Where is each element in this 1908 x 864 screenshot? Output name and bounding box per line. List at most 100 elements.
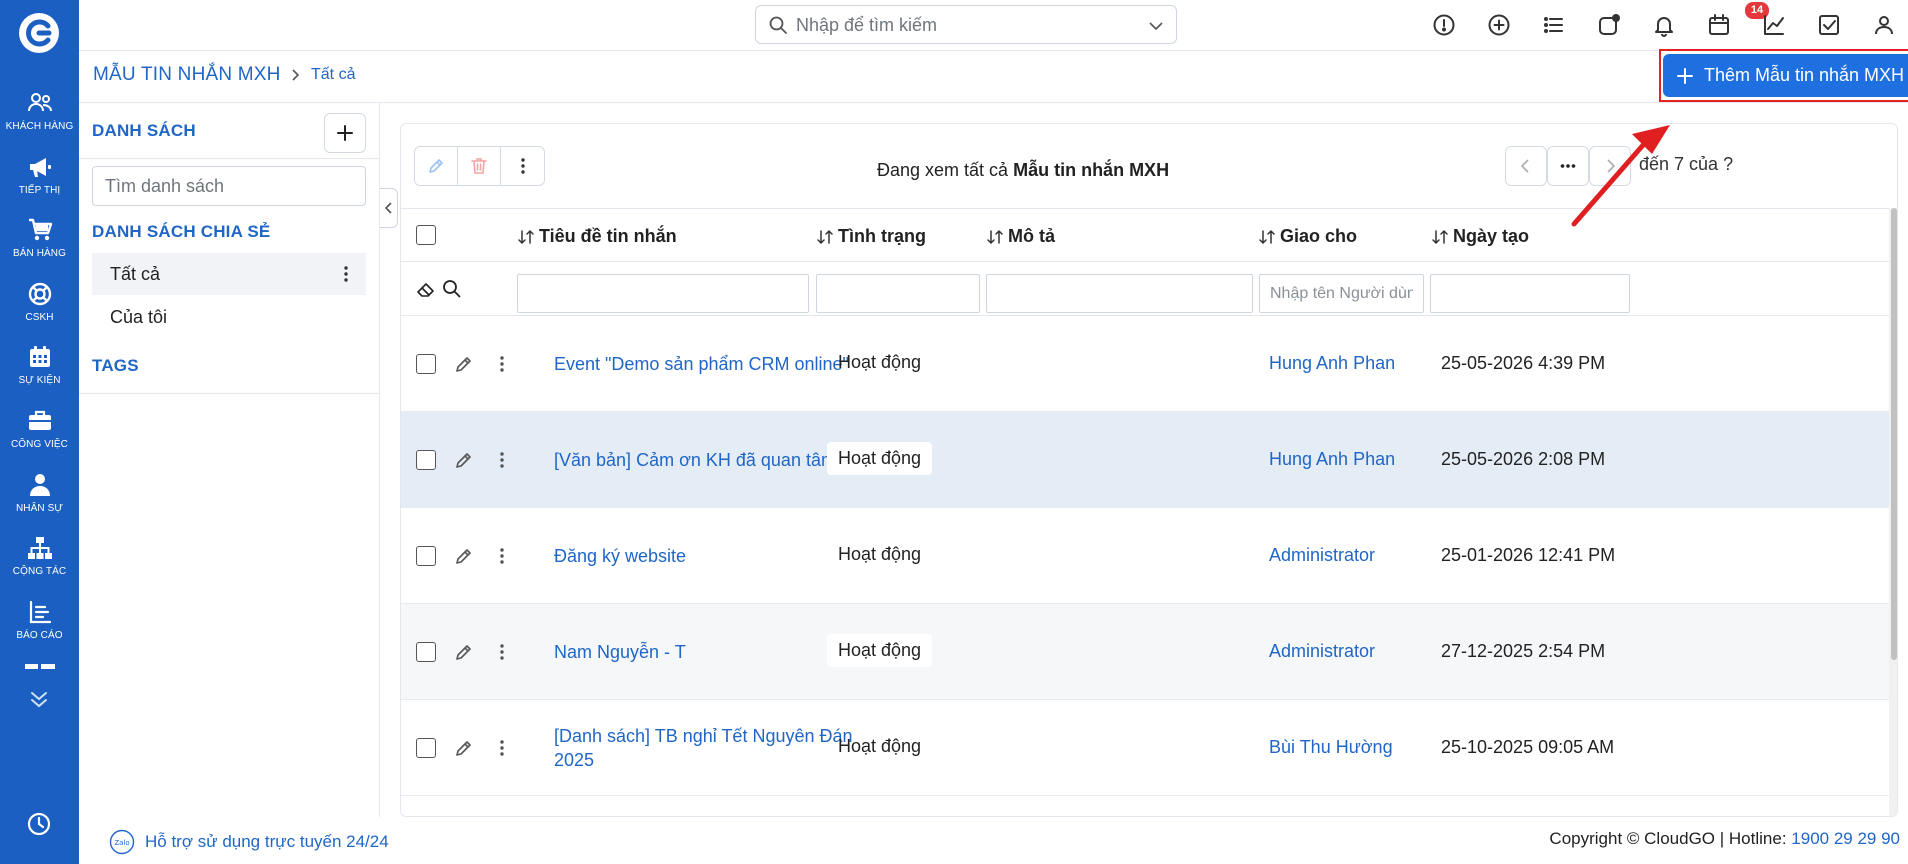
module-header: MẪU TIN NHẮN MXH Tất cả Thêm Mẫu tin nhắ… bbox=[79, 49, 1908, 103]
row-checkbox[interactable] bbox=[416, 642, 436, 662]
breadcrumb-module-title[interactable]: MẪU TIN NHẮN MXH bbox=[93, 64, 281, 86]
table-row[interactable]: [Văn bản] Cảm ơn KH đã quan tâm OA Hoạt đ… bbox=[401, 412, 1897, 508]
row-checkbox[interactable] bbox=[416, 354, 436, 374]
hotline-number[interactable]: 1900 29 29 90 bbox=[1791, 829, 1900, 848]
nav-item-8[interactable]: Báo cáo bbox=[0, 598, 79, 658]
calendar-icon[interactable] bbox=[1706, 12, 1732, 38]
row-title-link[interactable]: Đăng ký website bbox=[554, 544, 874, 568]
pencil-icon[interactable] bbox=[453, 641, 475, 663]
checkbox-square-icon[interactable] bbox=[1816, 12, 1842, 38]
pencil-icon[interactable] bbox=[453, 353, 475, 375]
column-title[interactable]: Tiêu đề tin nhắn bbox=[517, 226, 677, 247]
column-assignee[interactable]: Giao cho bbox=[1258, 226, 1357, 247]
kebab-menu-icon[interactable] bbox=[336, 264, 356, 284]
row-checkbox[interactable] bbox=[416, 738, 436, 758]
table-row[interactable]: Event "Demo sản phẩm CRM online" Hoạt độn… bbox=[401, 316, 1897, 412]
row-created-date: 27-12-2025 2:54 PM bbox=[1441, 641, 1606, 661]
person-icon bbox=[26, 471, 54, 503]
kebab-menu-icon[interactable] bbox=[492, 737, 512, 759]
bulk-delete-button[interactable] bbox=[458, 147, 501, 185]
chevron-down-icon[interactable] bbox=[1148, 18, 1164, 34]
zalo-icon[interactable]: Zalo bbox=[109, 829, 135, 855]
pencil-icon[interactable] bbox=[453, 545, 475, 567]
clock-icon[interactable] bbox=[26, 811, 52, 837]
eraser-icon[interactable] bbox=[415, 278, 437, 300]
search-icon bbox=[769, 16, 787, 34]
prev-page-button[interactable] bbox=[1505, 146, 1547, 186]
page-more-button[interactable] bbox=[1547, 146, 1589, 186]
list-item-mine[interactable]: Của tôi bbox=[92, 296, 366, 338]
row-checkbox[interactable] bbox=[416, 450, 436, 470]
global-search-input[interactable] bbox=[796, 10, 1126, 40]
filter-created-input[interactable] bbox=[1430, 274, 1630, 313]
double-chevron-down-icon[interactable] bbox=[26, 686, 52, 712]
row-assignee-link[interactable]: Administrator bbox=[1269, 641, 1375, 662]
select-all-checkbox[interactable] bbox=[416, 225, 436, 245]
list-icon[interactable] bbox=[1541, 12, 1567, 38]
list-item-label: Tất cả bbox=[110, 263, 161, 284]
list-item-all[interactable]: Tất cả bbox=[92, 253, 366, 295]
line-chart-icon[interactable] bbox=[1761, 12, 1787, 38]
kebab-menu-icon[interactable] bbox=[492, 449, 512, 471]
pencil-icon[interactable] bbox=[453, 449, 475, 471]
user-profile-icon[interactable] bbox=[1871, 12, 1897, 38]
row-title-link[interactable]: [Danh sách] TB nghỉ Tết Nguyên Đán 2025 bbox=[554, 724, 874, 772]
global-search[interactable] bbox=[755, 5, 1177, 44]
viewing-module: Mẫu tin nhắn MXH bbox=[1013, 160, 1170, 180]
kebab-menu-icon[interactable] bbox=[492, 545, 512, 567]
filter-title-input[interactable] bbox=[517, 274, 809, 313]
scrollbar-thumb[interactable] bbox=[1891, 208, 1897, 660]
table-row[interactable]: Nam Nguyễn - T Hoạt động Administrator 27-1… bbox=[401, 604, 1897, 700]
nav-item-0[interactable]: Khách hàng bbox=[0, 89, 79, 149]
row-title-link[interactable]: [Văn bản] Cảm ơn KH đã quan tâm OA bbox=[554, 448, 874, 472]
next-page-button[interactable] bbox=[1589, 146, 1631, 186]
sort-icon bbox=[518, 229, 534, 244]
filter-description-input[interactable] bbox=[986, 274, 1253, 313]
notification-square-icon[interactable] bbox=[1596, 12, 1622, 38]
kebab-menu-icon[interactable] bbox=[492, 641, 512, 663]
search-icon[interactable] bbox=[441, 278, 463, 300]
filter-status-input[interactable] bbox=[816, 274, 980, 313]
filter-assignee-input[interactable] bbox=[1259, 274, 1424, 313]
nav-item-3[interactable]: CSKH bbox=[0, 280, 79, 340]
support-link[interactable]: Hỗ trợ sử dụng trực tuyến 24/24 bbox=[145, 832, 389, 852]
column-created[interactable]: Ngày tạo bbox=[1431, 226, 1529, 247]
bulk-edit-button[interactable] bbox=[415, 147, 458, 185]
add-list-button[interactable] bbox=[324, 113, 366, 153]
table-scrollbar[interactable] bbox=[1889, 208, 1897, 816]
collapse-panel-button[interactable] bbox=[380, 188, 398, 228]
kebab-menu-icon[interactable] bbox=[492, 353, 512, 375]
breadcrumb-current[interactable]: Tất cả bbox=[311, 66, 355, 84]
row-assignee-link[interactable]: Hung Anh Phan bbox=[1269, 449, 1395, 470]
row-title-link[interactable]: Nam Nguyễn - T bbox=[554, 640, 874, 664]
cloudgo-logo-icon[interactable] bbox=[17, 11, 61, 55]
bell-icon[interactable] bbox=[1651, 12, 1677, 38]
nav-item-1[interactable]: Tiếp thị bbox=[0, 153, 79, 213]
table-row[interactable]: [Danh sách] TB nghỉ Tết Nguyên Đán 2025 H… bbox=[401, 700, 1897, 796]
nav-item-7[interactable]: Cộng tác bbox=[0, 534, 79, 594]
more-actions-button[interactable] bbox=[501, 147, 544, 185]
row-assignee-link[interactable]: Bùi Thu Hường bbox=[1269, 737, 1393, 758]
chevron-right-icon bbox=[1607, 159, 1616, 173]
table-row[interactable]: Đăng ký website Hoạt động Administrator 25-… bbox=[401, 508, 1897, 604]
row-title-link[interactable]: Event "Demo sản phẩm CRM online" bbox=[554, 352, 874, 376]
column-status[interactable]: Tình trạng bbox=[816, 226, 926, 247]
nav-item-6[interactable]: Nhân sự bbox=[0, 471, 79, 531]
column-description[interactable]: Mô tả bbox=[986, 226, 1055, 247]
nav-item-5[interactable]: Công việc bbox=[0, 407, 79, 467]
pencil-icon bbox=[429, 159, 443, 173]
plus-circle-icon[interactable] bbox=[1486, 12, 1512, 38]
trash-icon bbox=[471, 158, 487, 174]
row-assignee-link[interactable]: Hung Anh Phan bbox=[1269, 353, 1395, 374]
list-search-input[interactable] bbox=[92, 166, 366, 206]
users-icon bbox=[26, 89, 54, 121]
add-social-template-button[interactable]: Thêm Mẫu tin nhắn MXH bbox=[1663, 54, 1908, 97]
nav-item-2[interactable]: Bán hàng bbox=[0, 216, 79, 276]
row-checkbox[interactable] bbox=[416, 546, 436, 566]
row-assignee-link[interactable]: Administrator bbox=[1269, 545, 1375, 566]
pencil-icon[interactable] bbox=[453, 737, 475, 759]
alert-circle-icon[interactable] bbox=[1431, 12, 1457, 38]
nav-item-4[interactable]: Sự kiện bbox=[0, 343, 79, 403]
pager-total-unknown[interactable]: ? bbox=[1723, 154, 1733, 174]
nav-item-label: Sự kiện bbox=[18, 375, 61, 387]
